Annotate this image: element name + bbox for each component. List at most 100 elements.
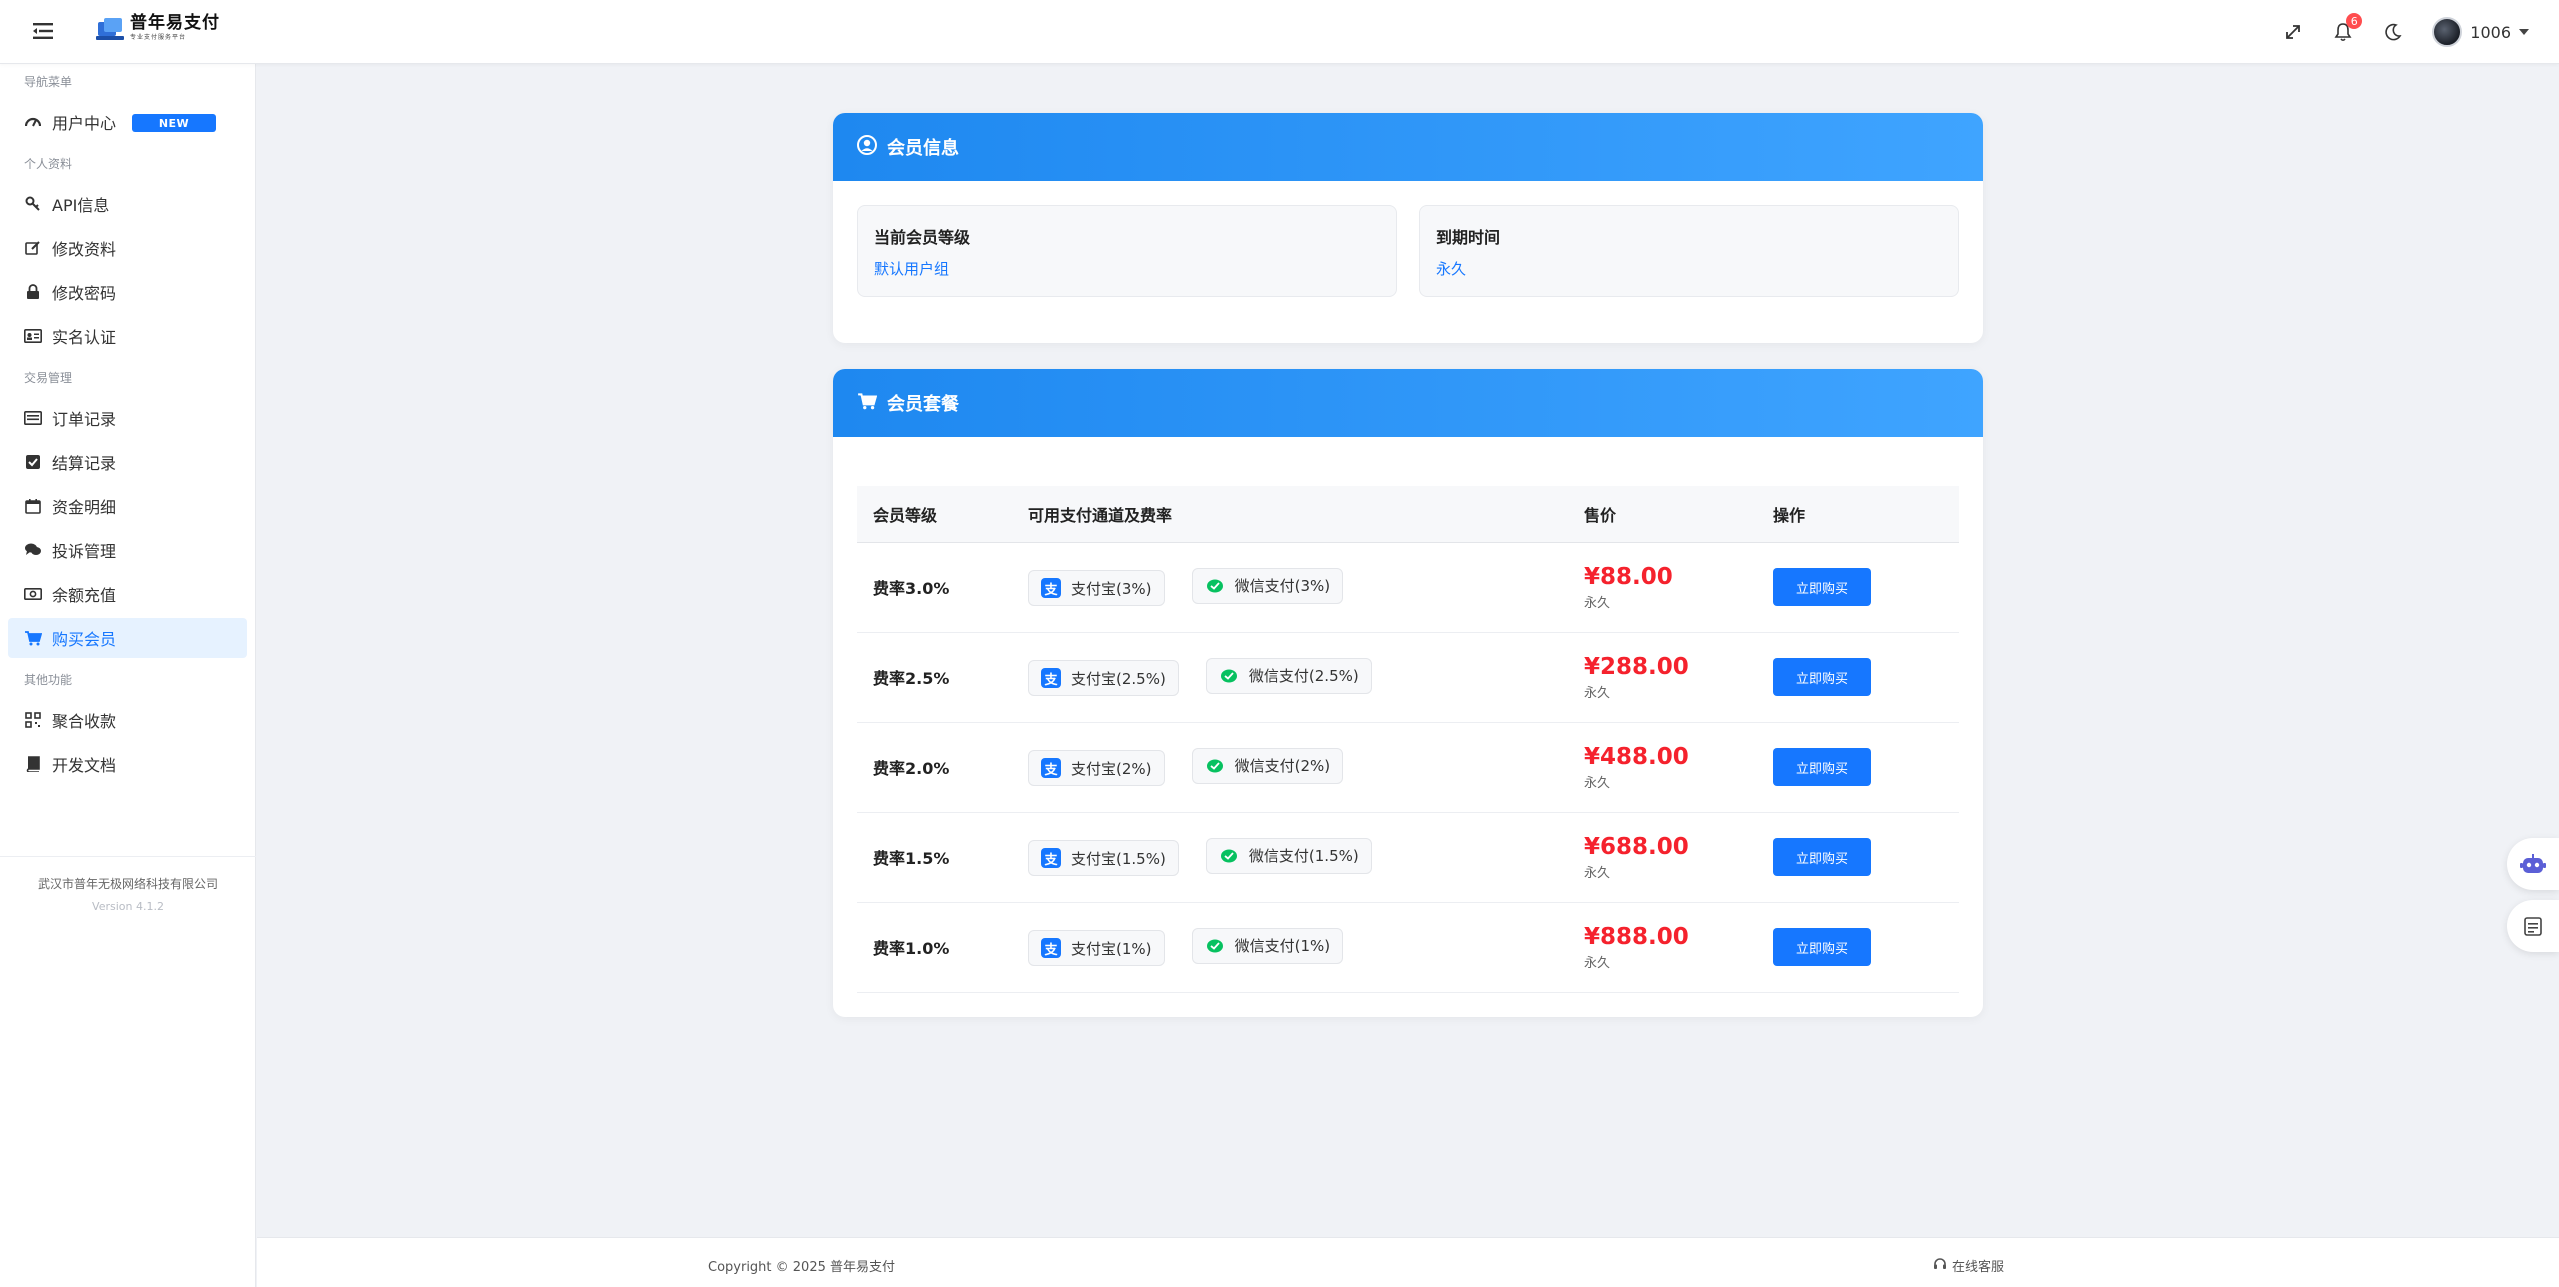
current-level-box: 当前会员等级 默认用户组 — [857, 205, 1397, 297]
alipay-icon: 支 — [1041, 758, 1061, 779]
channels-cell: 支支付宝(3%) 微信支付(3%) — [1012, 542, 1568, 633]
wechat-pay-icon — [1219, 666, 1239, 686]
current-level-label: 当前会员等级 — [874, 228, 971, 247]
price: ¥688.00 — [1584, 833, 1689, 860]
copyright-text: Copyright © 2025 普年易支付 — [708, 1260, 896, 1275]
action-cell: 立即购买 — [1757, 812, 1959, 903]
expire-time-box: 到期时间 永久 — [1419, 205, 1959, 297]
check-square-icon — [24, 454, 42, 470]
duration: 永久 — [1584, 595, 1611, 611]
sidebar-item-settlements[interactable]: 结算记录 — [8, 442, 247, 482]
nav-group-label: 其他功能 — [24, 672, 73, 687]
wechat-pay-icon — [1205, 936, 1225, 956]
alipay-rate: 支付宝(1%) — [1071, 939, 1152, 958]
page-footer: Copyright © 2025 普年易支付 在线客服 — [257, 1237, 2559, 1287]
channels-cell: 支支付宝(1.5%) 微信支付(1.5%) — [1012, 812, 1568, 903]
channels-cell: 支支付宝(2%) 微信支付(2%) — [1012, 722, 1568, 813]
online-support-link[interactable]: 在线客服 — [1933, 1256, 2004, 1275]
notes-icon[interactable] — [2507, 900, 2559, 952]
sidebar-item-api-info[interactable]: API信息 — [8, 184, 247, 224]
wechat-chip: 微信支付(1%) — [1191, 927, 1344, 964]
sidebar-item-recharge[interactable]: 余额充值 — [8, 574, 247, 614]
menu-toggle-icon[interactable] — [30, 18, 56, 44]
sidebar-item-label: 修改密码 — [52, 284, 117, 303]
dark-mode-moon-icon[interactable] — [2382, 21, 2404, 43]
sidebar-item-complaints[interactable]: 投诉管理 — [8, 530, 247, 570]
brand-title: 普年易支付 — [130, 13, 220, 33]
nav-group-label: 交易管理 — [24, 370, 73, 385]
user-menu[interactable]: 1006 — [2432, 17, 2529, 47]
buy-now-button[interactable]: 立即购买 — [1773, 838, 1871, 876]
sidebar-item-buy-membership[interactable]: 购买会员 — [8, 618, 247, 658]
column-header: 会员等级 — [857, 486, 1012, 543]
wechat-chip: 微信支付(2.5%) — [1205, 657, 1372, 694]
action-cell: 立即购买 — [1757, 902, 1959, 993]
plans-table: 会员等级 可用支付通道及费率 售价 操作 费率3.0% 支支付宝(3%) 微信支… — [857, 486, 1959, 993]
buy-now-button[interactable]: 立即购买 — [1773, 568, 1871, 606]
company-name: 武汉市普年无极网络科技有限公司 — [37, 877, 218, 891]
brand-logo[interactable]: 普年易支付 专业支付服务平台 — [96, 14, 220, 42]
alipay-icon: 支 — [1041, 668, 1061, 689]
duration: 永久 — [1584, 865, 1611, 881]
price: ¥88.00 — [1584, 563, 1673, 590]
wechat-pay-icon — [1219, 846, 1239, 866]
sidebar-item-real-name-auth[interactable]: 实名认证 — [8, 316, 247, 356]
table-row: 费率1.0% 支支付宝(1%) 微信支付(1%) ¥888.00 永久 立即购买 — [857, 902, 1959, 993]
sidebar-item-label: API信息 — [52, 196, 110, 215]
logo-mark-icon — [96, 14, 124, 42]
sidebar-item-label: 订单记录 — [52, 410, 117, 429]
sidebar-item-dev-docs[interactable]: 开发文档 — [8, 744, 247, 784]
alipay-rate: 支付宝(3%) — [1071, 579, 1152, 598]
sidebar-item-aggregate-payment[interactable]: 聚合收款 — [8, 700, 247, 740]
sidebar-item-change-password[interactable]: 修改密码 — [8, 272, 247, 312]
notification-bell-icon[interactable]: 6 — [2332, 13, 2363, 43]
new-badge: NEW — [132, 114, 216, 132]
member-info-header: 会员信息 — [833, 113, 1983, 181]
sidebar-item-user-center[interactable]: 用户中心 NEW — [8, 102, 247, 142]
edit-icon — [24, 240, 42, 256]
avatar — [2432, 17, 2463, 47]
sidebar-item-label: 开发文档 — [52, 756, 117, 775]
sidebar-item-edit-profile[interactable]: 修改资料 — [8, 228, 247, 268]
alipay-rate: 支付宝(2%) — [1071, 759, 1152, 778]
cart-icon — [857, 392, 878, 415]
version-text: Version 4.1.2 — [92, 900, 164, 913]
price: ¥888.00 — [1584, 923, 1689, 950]
price-cell: ¥488.00 永久 — [1568, 722, 1757, 813]
fullscreen-icon[interactable] — [2282, 21, 2304, 43]
current-level-value: 默认用户组 — [874, 260, 950, 278]
alipay-chip: 支支付宝(2%) — [1028, 750, 1165, 787]
buy-now-button[interactable]: 立即购买 — [1773, 658, 1871, 696]
sidebar-item-label: 聚合收款 — [52, 712, 117, 731]
table-row: 费率2.0% 支支付宝(2%) 微信支付(2%) ¥488.00 永久 立即购买 — [857, 722, 1959, 813]
user-circle-icon — [857, 134, 877, 160]
alipay-chip: 支支付宝(1%) — [1028, 930, 1165, 967]
cart-icon — [24, 630, 42, 646]
alipay-icon: 支 — [1041, 848, 1061, 869]
sidebar-item-orders[interactable]: 订单记录 — [8, 398, 247, 438]
sidebar-footer: 武汉市普年无极网络科技有限公司 Version 4.1.2 — [0, 856, 256, 913]
wechat-rate: 微信支付(1.5%) — [1248, 847, 1359, 866]
price-cell: ¥88.00 永久 — [1568, 542, 1757, 633]
duration: 永久 — [1584, 685, 1611, 701]
alipay-chip: 支支付宝(3%) — [1028, 570, 1165, 607]
tier-cell: 费率1.0% — [857, 902, 1012, 993]
sidebar-item-funds[interactable]: 资金明细 — [8, 486, 247, 526]
buy-now-button[interactable]: 立即购买 — [1773, 748, 1871, 786]
alipay-icon: 支 — [1041, 578, 1061, 599]
chat-robot-icon[interactable] — [2507, 838, 2559, 890]
buy-now-button[interactable]: 立即购买 — [1773, 928, 1871, 966]
top-bar: 普年易支付 专业支付服务平台 6 1006 — [0, 0, 2559, 64]
action-cell: 立即购买 — [1757, 722, 1959, 813]
table-header-row: 会员等级 可用支付通道及费率 售价 操作 — [857, 486, 1959, 543]
duration: 永久 — [1584, 955, 1611, 971]
alipay-rate: 支付宝(1.5%) — [1071, 849, 1166, 868]
sidebar-item-label: 余额充值 — [52, 586, 117, 605]
wechat-rate: 微信支付(2%) — [1234, 757, 1331, 776]
table-row: 费率2.5% 支支付宝(2.5%) 微信支付(2.5%) ¥288.00 永久 立… — [857, 632, 1959, 723]
price-cell: ¥688.00 永久 — [1568, 812, 1757, 903]
wechat-chip: 微信支付(3%) — [1191, 567, 1344, 604]
plans-header: 会员套餐 — [833, 369, 1983, 437]
price-cell: ¥288.00 永久 — [1568, 632, 1757, 723]
wechat-pay-icon — [1205, 756, 1225, 776]
